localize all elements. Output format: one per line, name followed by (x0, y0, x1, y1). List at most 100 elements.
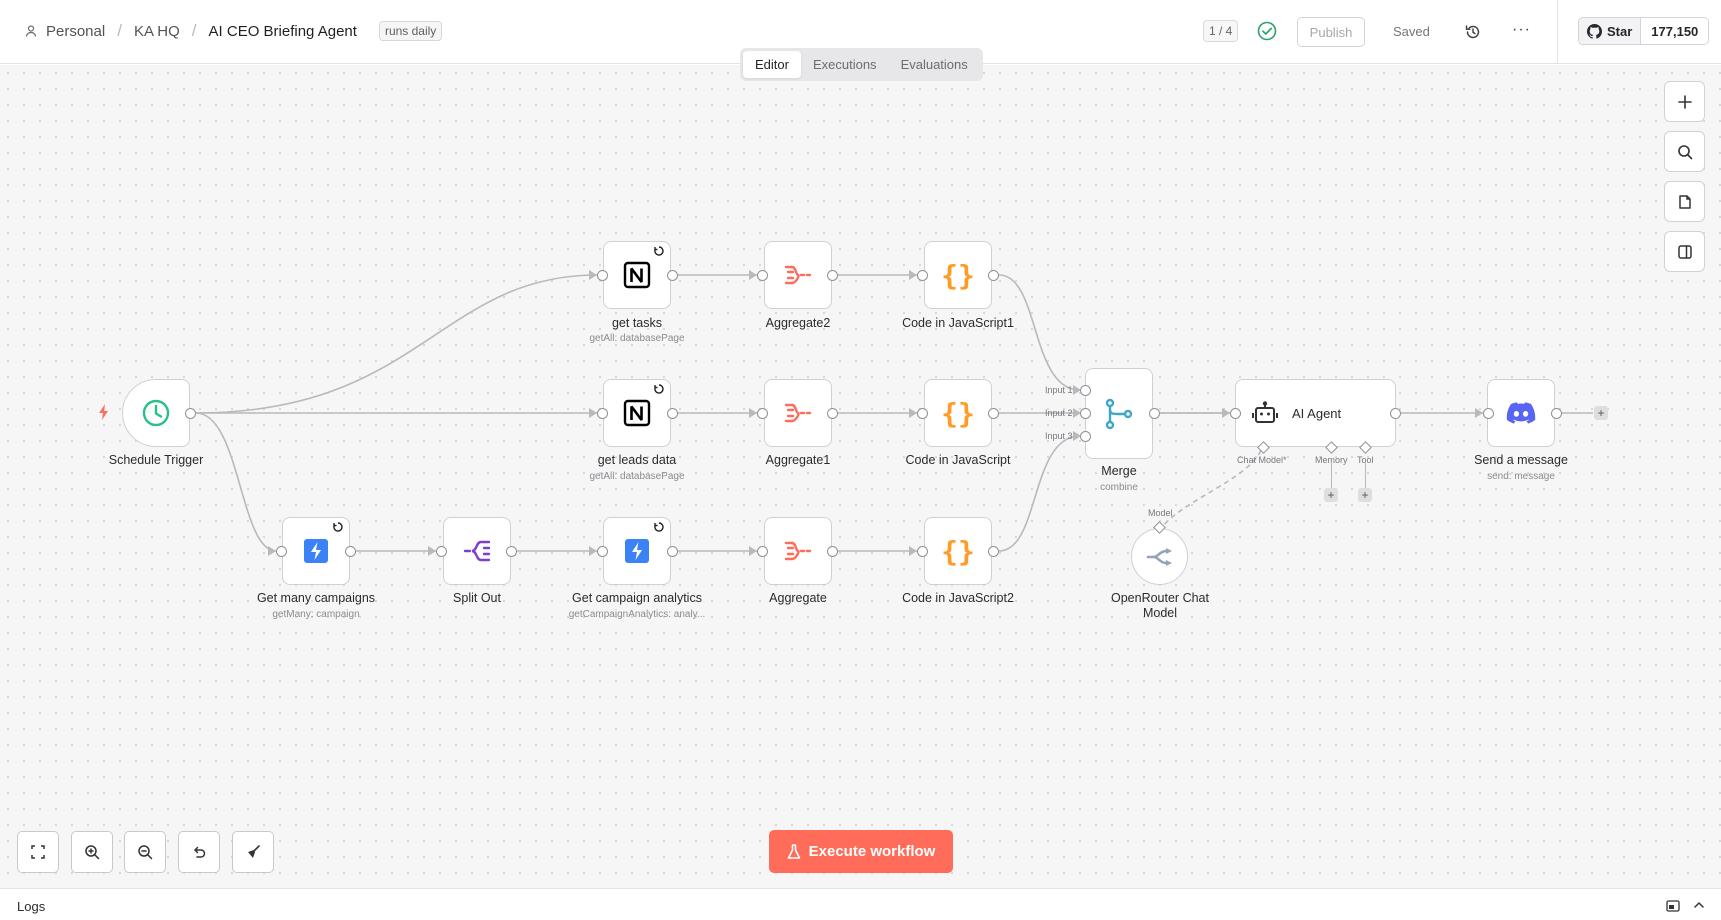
input-port[interactable] (1080, 408, 1091, 419)
output-port[interactable] (988, 546, 999, 557)
input-port[interactable] (597, 546, 608, 557)
input-port[interactable] (1230, 408, 1241, 419)
input-port[interactable] (276, 546, 287, 557)
tab-evaluations[interactable]: Evaluations (889, 51, 980, 78)
instantly-icon (625, 539, 649, 563)
output-port[interactable] (345, 546, 356, 557)
plus-icon (1677, 94, 1692, 109)
history-icon[interactable] (1464, 23, 1482, 41)
instantly-icon (304, 539, 328, 563)
tab-executions[interactable]: Executions (801, 51, 889, 78)
output-port[interactable] (667, 270, 678, 281)
search-nodes-button[interactable] (1664, 131, 1705, 172)
github-star-count[interactable]: 177,150 (1641, 18, 1709, 44)
add-sticky-note-button[interactable] (1664, 181, 1705, 222)
node-get-campaign-analytics[interactable] (603, 517, 671, 585)
node-subtitle: getCampaignAnalytics: analy... (568, 609, 706, 620)
node-code-js[interactable]: {} (924, 379, 992, 447)
logs-label[interactable]: Logs (17, 899, 45, 914)
output-port[interactable] (1551, 408, 1562, 419)
breadcrumb-separator: / (117, 21, 122, 40)
discord-icon (1506, 402, 1536, 424)
input-port[interactable] (757, 546, 768, 557)
node-get-leads-data[interactable] (603, 379, 671, 447)
input-port[interactable] (917, 408, 928, 419)
notion-icon (623, 399, 651, 427)
zoom-out-button[interactable] (124, 831, 166, 873)
input-port[interactable] (1483, 408, 1494, 419)
node-aggregate2[interactable] (764, 241, 832, 309)
node-get-many-campaigns[interactable] (282, 517, 350, 585)
node-label: Get many campaigns (256, 591, 376, 605)
node-subtitle: combine (1100, 482, 1138, 493)
output-port[interactable] (506, 546, 517, 557)
fit-view-button[interactable] (17, 831, 59, 873)
add-node-icon[interactable]: + (1594, 406, 1608, 420)
add-node-button[interactable] (1664, 81, 1705, 122)
github-star-button[interactable]: Star (1579, 18, 1642, 44)
output-port[interactable] (827, 270, 838, 281)
input-port[interactable] (757, 270, 768, 281)
node-split-out[interactable] (443, 517, 511, 585)
chat-model-port-label: Chat Model* (1237, 455, 1287, 465)
zoom-in-button[interactable] (71, 831, 113, 873)
input-port[interactable] (436, 546, 447, 557)
code-braces-icon: {} (941, 258, 975, 292)
input-port[interactable] (597, 408, 608, 419)
trigger-bolt-icon (99, 404, 108, 420)
popout-icon[interactable] (1666, 900, 1680, 912)
node-code-js2[interactable]: {} (924, 517, 992, 585)
workflow-name[interactable]: AI CEO Briefing Agent (209, 23, 357, 40)
output-port[interactable] (1149, 408, 1160, 419)
breadcrumb-project[interactable]: KA HQ (134, 23, 180, 40)
output-port[interactable] (988, 270, 999, 281)
output-port[interactable] (667, 546, 678, 557)
more-options-icon[interactable]: ··· (1512, 22, 1532, 41)
publish-button[interactable]: Publish (1297, 17, 1365, 47)
output-port[interactable] (667, 408, 678, 419)
input-port[interactable] (1080, 385, 1091, 396)
workflow-tag[interactable]: runs daily (378, 21, 443, 41)
panel-icon (1677, 244, 1692, 259)
breadcrumb-personal[interactable]: Personal (46, 23, 105, 40)
output-port[interactable] (827, 546, 838, 557)
node-merge[interactable] (1085, 368, 1153, 459)
tidy-up-button[interactable] (232, 831, 274, 873)
output-port[interactable] (1390, 408, 1401, 419)
node-aggregate1[interactable] (764, 379, 832, 447)
subworkflow-refresh-icon (654, 384, 664, 394)
node-openrouter-chat-model[interactable] (1131, 528, 1188, 585)
tab-editor[interactable]: Editor (743, 51, 801, 78)
output-port[interactable] (827, 408, 838, 419)
logs-panel-bar[interactable]: Logs (0, 888, 1721, 920)
input-port[interactable] (917, 270, 928, 281)
aggregate-icon (784, 541, 812, 561)
input-port[interactable] (597, 270, 608, 281)
node-label: get tasks (611, 316, 663, 330)
node-code-js1[interactable]: {} (924, 241, 992, 309)
add-memory-icon[interactable]: + (1324, 488, 1338, 502)
node-aggregate[interactable] (764, 517, 832, 585)
node-label: Code in JavaScript1 (902, 316, 1014, 330)
node-get-tasks[interactable] (603, 241, 671, 309)
node-ai-agent[interactable]: AI Agent (1235, 379, 1396, 447)
undo-button[interactable] (178, 831, 220, 873)
output-port[interactable] (185, 408, 196, 419)
input-port[interactable] (757, 408, 768, 419)
toggle-panel-button[interactable] (1664, 231, 1705, 272)
github-star-widget[interactable]: Star 177,150 (1578, 17, 1710, 45)
execute-workflow-button[interactable]: Execute workflow (769, 830, 953, 873)
person-icon (25, 25, 37, 37)
merge-input-label: Input 2 (1045, 408, 1073, 418)
search-icon (1677, 144, 1692, 159)
fullscreen-icon (31, 845, 45, 859)
output-port[interactable] (988, 408, 999, 419)
input-port[interactable] (1080, 431, 1091, 442)
node-send-a-message[interactable] (1487, 379, 1555, 447)
input-port[interactable] (917, 546, 928, 557)
chevron-up-icon[interactable] (1693, 900, 1705, 910)
node-schedule-trigger[interactable] (122, 379, 190, 447)
breadcrumb: Personal / KA HQ / AI CEO Briefing Agent… (24, 21, 443, 41)
split-out-icon (463, 540, 491, 562)
add-tool-icon[interactable]: + (1358, 488, 1372, 502)
